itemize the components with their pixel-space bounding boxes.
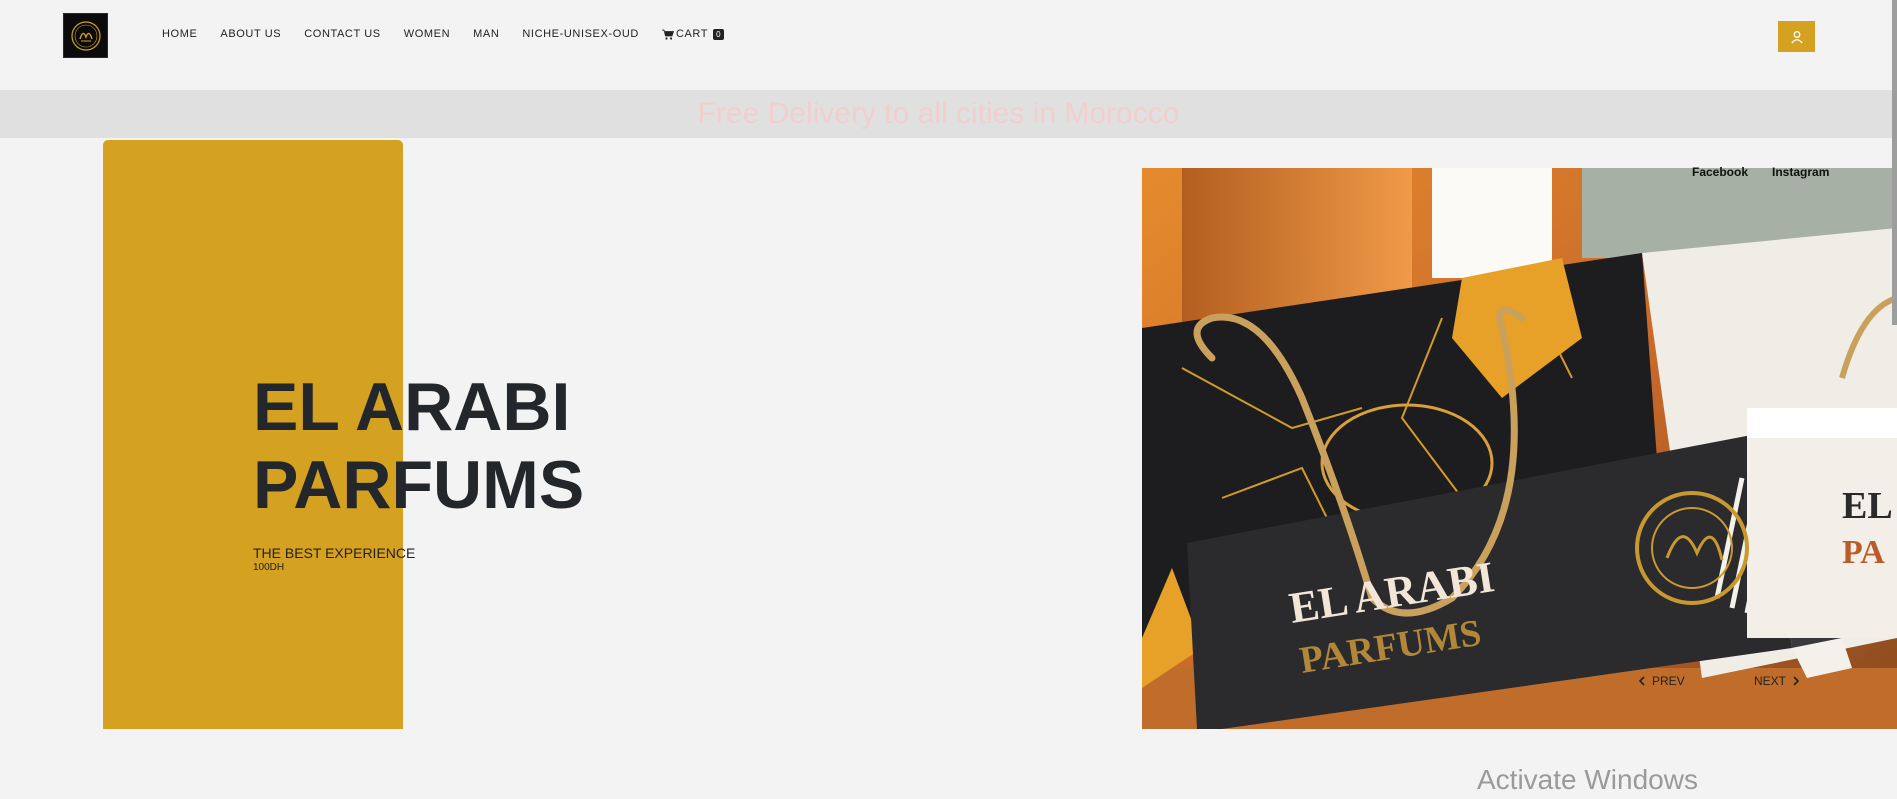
cart-count-badge: 0 — [713, 28, 725, 40]
nav-contact-us[interactable]: CONTACT US — [304, 26, 381, 42]
slider-prev-label: PREV — [1652, 674, 1685, 688]
account-button[interactable] — [1778, 21, 1815, 52]
nav-niche-unisex-oud[interactable]: NICHE-UNISEX-OUD — [522, 26, 639, 42]
hero-title-line1: EL ARABI — [253, 369, 571, 445]
hero-subtitle: THE BEST EXPERIENCE — [253, 545, 416, 561]
page-scrollbar[interactable] — [1892, 0, 1897, 325]
side-box-text-1: EL — [1842, 485, 1893, 527]
slider-next-button[interactable]: NEXT — [1754, 674, 1800, 688]
slider-prev-button[interactable]: PREV — [1638, 674, 1685, 688]
banner-text: Free Delivery to all cities in Morocco — [697, 97, 1180, 130]
logo-emblem-icon — [70, 20, 101, 51]
instagram-link[interactable]: Instagram — [1772, 165, 1829, 179]
product-photo: EL ARABI PARFUMS EL PA — [1142, 168, 1897, 729]
hero-text: EL ARABI PARFUMS THE BEST EXPERIENCE 100… — [253, 368, 673, 573]
delivery-banner: Free Delivery to all cities in Morocco — [0, 90, 1897, 138]
nav-home[interactable]: HOME — [162, 26, 197, 42]
hero-title-line2: PARFUMS — [253, 447, 585, 523]
cart-link[interactable]: CART 0 — [661, 26, 725, 42]
nav-man[interactable]: MAN — [473, 26, 499, 42]
cart-icon — [661, 29, 674, 40]
hero-price: 100DH — [253, 562, 285, 573]
hero-title: EL ARABI PARFUMS — [253, 368, 673, 524]
site-header: HOME ABOUT US CONTACT US WOMEN MAN NICHE… — [0, 0, 1897, 90]
logo[interactable] — [63, 13, 108, 58]
chevron-right-icon — [1793, 676, 1800, 686]
facebook-link[interactable]: Facebook — [1692, 165, 1748, 179]
user-icon — [1790, 30, 1803, 43]
chevron-left-icon — [1638, 676, 1645, 686]
activate-windows-watermark: Activate Windows — [1477, 764, 1698, 795]
side-box-text-2: PA — [1842, 534, 1885, 571]
nav-about-us[interactable]: ABOUT US — [220, 26, 281, 42]
slider-next-label: NEXT — [1754, 674, 1787, 688]
hero-image: EL ARABI PARFUMS EL PA — [1142, 168, 1897, 729]
cart-label: CART — [675, 28, 709, 40]
main-nav: HOME ABOUT US CONTACT US WOMEN MAN NICHE… — [162, 26, 747, 42]
nav-women[interactable]: WOMEN — [404, 26, 450, 42]
social-links: Facebook Instagram — [1692, 165, 1829, 179]
